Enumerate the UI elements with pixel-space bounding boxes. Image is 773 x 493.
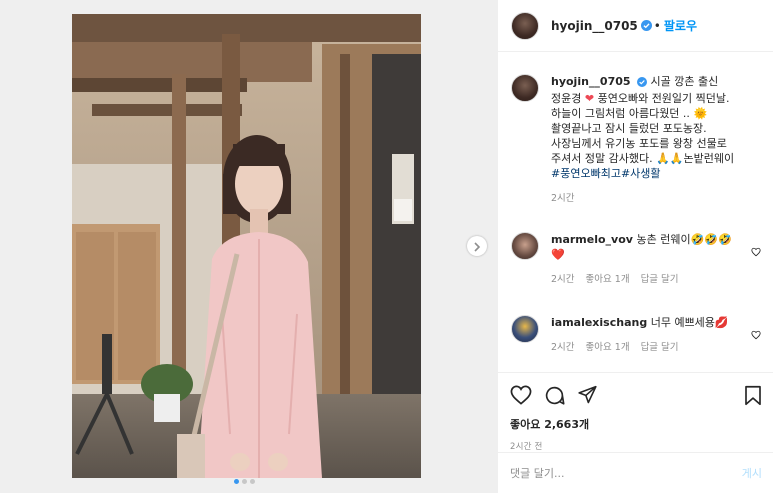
comment-username[interactable]: marmelo_vov	[551, 233, 633, 246]
post-header: hyojin__0705 • 팔로우	[498, 0, 773, 52]
pray-emoji-icon: 🙏🙏	[656, 152, 684, 165]
post-panel: hyojin__0705 • 팔로우 hyojin__0705 시골 깡촌 출신…	[497, 0, 773, 493]
like-comment-heart-icon[interactable]	[751, 242, 761, 261]
caption-time[interactable]: 2시간	[551, 191, 575, 206]
verified-badge-icon	[637, 76, 648, 91]
caption-text-4: 논밭런웨이	[683, 152, 735, 165]
comment-time[interactable]: 2시간	[551, 340, 575, 355]
media-area	[0, 0, 497, 493]
add-comment-bar: 게시	[498, 452, 773, 493]
comment-body: iamalexischang 너무 예쁘세용💋 2시간 좋아요 1개 답글 달기	[551, 315, 761, 355]
avatar[interactable]	[511, 74, 539, 102]
post-actions: 좋아요 2,663개 2시간 전	[498, 372, 773, 452]
comment-meta: 2시간 좋아요 1개 답글 달기	[551, 340, 743, 355]
like-heart-icon[interactable]	[510, 385, 532, 405]
carousel-dot	[250, 479, 255, 484]
comments-list[interactable]: hyojin__0705 시골 깡촌 출신 정윤경 ❤ 풍연오빠와 전원일기 찍…	[498, 53, 773, 372]
hashtag-link[interactable]: #풍연오빠최고	[551, 167, 621, 180]
follow-button[interactable]: 팔로우	[664, 17, 697, 34]
comment-item: marmelo_vov 농촌 런웨이🤣🤣🤣❤️ 2시간 좋아요 1개 답글 달기	[511, 232, 761, 287]
hashtag-link[interactable]: #사생활	[621, 167, 661, 180]
avatar[interactable]	[511, 232, 539, 260]
comment-likes[interactable]: 좋아요 1개	[586, 272, 630, 287]
avatar[interactable]	[511, 11, 539, 40]
sun-emoji-icon: 🌞	[693, 107, 708, 120]
comment-time[interactable]: 2시간	[551, 272, 575, 287]
author-username[interactable]: hyojin__0705	[551, 19, 638, 33]
post-timestamp[interactable]: 2시간 전	[510, 440, 762, 452]
comment-body: marmelo_vov 농촌 런웨이🤣🤣🤣❤️ 2시간 좋아요 1개 답글 달기	[551, 232, 761, 287]
comment-username[interactable]: iamalexischang	[551, 316, 647, 329]
post-comment-button[interactable]: 게시	[742, 465, 762, 481]
heart-emoji-icon: ❤	[584, 92, 595, 105]
comment-bubble-icon[interactable]	[544, 385, 565, 406]
comment-item: iamalexischang 너무 예쁘세용💋 2시간 좋아요 1개 답글 달기	[511, 315, 761, 355]
caption-body: hyojin__0705 시골 깡촌 출신 정윤경 ❤ 풍연오빠와 전원일기 찍…	[551, 74, 761, 206]
carousel-next-button[interactable]	[467, 236, 487, 256]
comment-meta: 2시간 좋아요 1개 답글 달기	[551, 272, 743, 287]
verified-badge-icon	[640, 16, 652, 35]
caption-meta: 2시간	[551, 191, 743, 206]
comment-likes[interactable]: 좋아요 1개	[586, 340, 630, 355]
share-paper-plane-icon[interactable]	[577, 385, 598, 405]
chevron-right-icon	[473, 237, 481, 256]
carousel-dot	[242, 479, 247, 484]
avatar[interactable]	[511, 315, 539, 343]
like-comment-heart-icon[interactable]	[751, 325, 761, 344]
header-separator: •	[653, 18, 661, 33]
comment-input[interactable]	[510, 466, 742, 480]
comment-text: 너무 예쁘세용💋	[650, 316, 729, 329]
likes-count[interactable]: 좋아요 2,663개	[510, 416, 762, 432]
reply-button[interactable]: 답글 달기	[641, 272, 679, 287]
post-photo[interactable]	[72, 14, 421, 478]
carousel-indicator	[234, 479, 255, 484]
carousel-dot	[234, 479, 239, 484]
caption-username[interactable]: hyojin__0705	[551, 75, 631, 88]
caption: hyojin__0705 시골 깡촌 출신 정윤경 ❤ 풍연오빠와 전원일기 찍…	[511, 74, 761, 206]
action-icons	[510, 381, 762, 409]
bookmark-icon[interactable]	[744, 385, 762, 406]
reply-button[interactable]: 답글 달기	[641, 340, 679, 355]
